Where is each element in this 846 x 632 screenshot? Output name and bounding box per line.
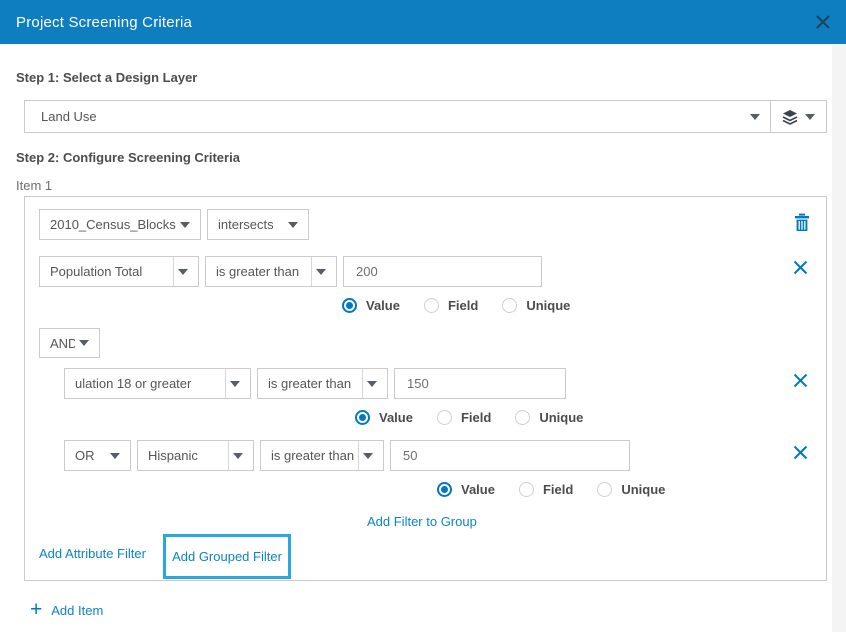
radio-value[interactable]: Value bbox=[355, 410, 413, 425]
spatial-predicate-select[interactable]: intersects bbox=[207, 209, 309, 240]
add-filter-to-group-link[interactable]: Add Filter to Group bbox=[367, 514, 477, 529]
layer-list-button[interactable] bbox=[770, 101, 826, 132]
group-conjunction-select[interactable]: AND bbox=[39, 328, 100, 358]
modal-header: Project Screening Criteria bbox=[0, 0, 846, 44]
chevron-down-icon bbox=[230, 381, 240, 387]
filter1-value-input[interactable] bbox=[343, 256, 542, 287]
radio-unselected-icon bbox=[519, 482, 534, 497]
chevron-down-icon bbox=[367, 381, 377, 387]
add-item-button[interactable]: + Add Item bbox=[30, 600, 103, 620]
census-layer-value: 2010_Census_Blocks bbox=[40, 217, 176, 232]
close-icon bbox=[793, 373, 808, 388]
chevron-down-icon bbox=[110, 453, 120, 459]
filter3-operator-value: is greater than bbox=[261, 448, 358, 463]
chevron-down-icon bbox=[233, 453, 243, 459]
chevron-down-icon bbox=[180, 222, 190, 228]
filter2-operator-value: is greater than bbox=[258, 376, 362, 391]
filter2-mode-radios: Value Field Unique bbox=[355, 410, 595, 425]
radio-unique[interactable]: Unique bbox=[502, 298, 570, 313]
filter3-operator-select[interactable]: is greater than bbox=[260, 440, 384, 471]
close-icon[interactable] bbox=[813, 12, 833, 32]
chevron-down-icon bbox=[178, 269, 188, 275]
radio-unselected-icon bbox=[515, 410, 530, 425]
radio-field[interactable]: Field bbox=[424, 298, 478, 313]
item-label: Item 1 bbox=[16, 178, 52, 193]
filter3-field-select[interactable]: Hispanic bbox=[137, 440, 254, 471]
filter1-mode-radios: Value Field Unique bbox=[342, 298, 582, 313]
layers-icon bbox=[782, 109, 798, 125]
radio-unselected-icon bbox=[502, 298, 517, 313]
chevron-down-icon bbox=[750, 114, 760, 120]
modal-title: Project Screening Criteria bbox=[0, 14, 192, 31]
chevron-down-icon bbox=[79, 340, 89, 346]
delete-item-button[interactable] bbox=[794, 213, 810, 232]
radio-value[interactable]: Value bbox=[437, 482, 495, 497]
filter1-field-value: Population Total bbox=[40, 264, 173, 279]
filter2-value-input[interactable] bbox=[394, 368, 566, 399]
remove-filter3-button[interactable] bbox=[793, 445, 808, 460]
layer-filter-row: 2010_Census_Blocks intersects bbox=[39, 209, 309, 240]
chevron-down-icon bbox=[288, 222, 298, 228]
radio-selected-icon bbox=[355, 410, 370, 425]
design-layer-select[interactable]: Land Use bbox=[25, 101, 770, 132]
census-layer-select[interactable]: 2010_Census_Blocks bbox=[39, 209, 201, 240]
radio-unique[interactable]: Unique bbox=[597, 482, 665, 497]
chevron-down-icon bbox=[805, 114, 815, 120]
filter2-operator-select[interactable]: is greater than bbox=[257, 368, 388, 399]
remove-filter2-button[interactable] bbox=[793, 373, 808, 388]
trash-icon bbox=[794, 213, 810, 232]
filter3-conjunction-value: OR bbox=[65, 448, 106, 463]
step1-heading: Step 1: Select a Design Layer bbox=[16, 70, 197, 85]
close-icon bbox=[793, 260, 808, 275]
add-attribute-filter-link[interactable]: Add Attribute Filter bbox=[39, 546, 146, 561]
add-item-label: Add Item bbox=[51, 603, 103, 618]
radio-unselected-icon bbox=[597, 482, 612, 497]
filter1-operator-value: is greater than bbox=[206, 264, 311, 279]
group-conjunction-value: AND bbox=[40, 336, 75, 351]
item-1-panel: 2010_Census_Blocks intersects Population… bbox=[24, 196, 827, 581]
filter3-value-input[interactable] bbox=[390, 440, 630, 471]
filter3-conjunction-select[interactable]: OR bbox=[64, 440, 131, 471]
design-layer-value: Land Use bbox=[25, 109, 746, 124]
filter1-field-select[interactable]: Population Total bbox=[39, 256, 199, 287]
filter2-field-select[interactable]: ulation 18 or greater bbox=[64, 368, 251, 399]
radio-unique[interactable]: Unique bbox=[515, 410, 583, 425]
remove-filter1-button[interactable] bbox=[793, 260, 808, 275]
filter3-mode-radios: Value Field Unique bbox=[437, 482, 677, 497]
radio-value[interactable]: Value bbox=[342, 298, 400, 313]
add-grouped-filter-highlight: Add Grouped Filter bbox=[163, 534, 291, 579]
radio-unselected-icon bbox=[424, 298, 439, 313]
chevron-down-icon bbox=[316, 269, 326, 275]
radio-unselected-icon bbox=[437, 410, 452, 425]
design-layer-control: Land Use bbox=[24, 100, 827, 133]
radio-field[interactable]: Field bbox=[437, 410, 491, 425]
radio-field[interactable]: Field bbox=[519, 482, 573, 497]
filter-row-2: ulation 18 or greater is greater than bbox=[64, 368, 566, 399]
scrollbar-track[interactable] bbox=[832, 44, 846, 632]
add-grouped-filter-link[interactable]: Add Grouped Filter bbox=[172, 549, 282, 564]
plus-icon: + bbox=[30, 600, 42, 620]
step2-heading: Step 2: Configure Screening Criteria bbox=[16, 150, 240, 165]
chevron-down-icon bbox=[363, 453, 373, 459]
filter2-field-value: ulation 18 or greater bbox=[65, 376, 225, 391]
filter-row-3: OR Hispanic is greater than bbox=[64, 440, 630, 471]
filter1-operator-select[interactable]: is greater than bbox=[205, 256, 337, 287]
filter3-field-value: Hispanic bbox=[138, 448, 228, 463]
close-icon bbox=[793, 445, 808, 460]
radio-selected-icon bbox=[342, 298, 357, 313]
spatial-predicate-value: intersects bbox=[208, 217, 284, 232]
radio-selected-icon bbox=[437, 482, 452, 497]
filter-row-1: Population Total is greater than bbox=[39, 256, 542, 287]
